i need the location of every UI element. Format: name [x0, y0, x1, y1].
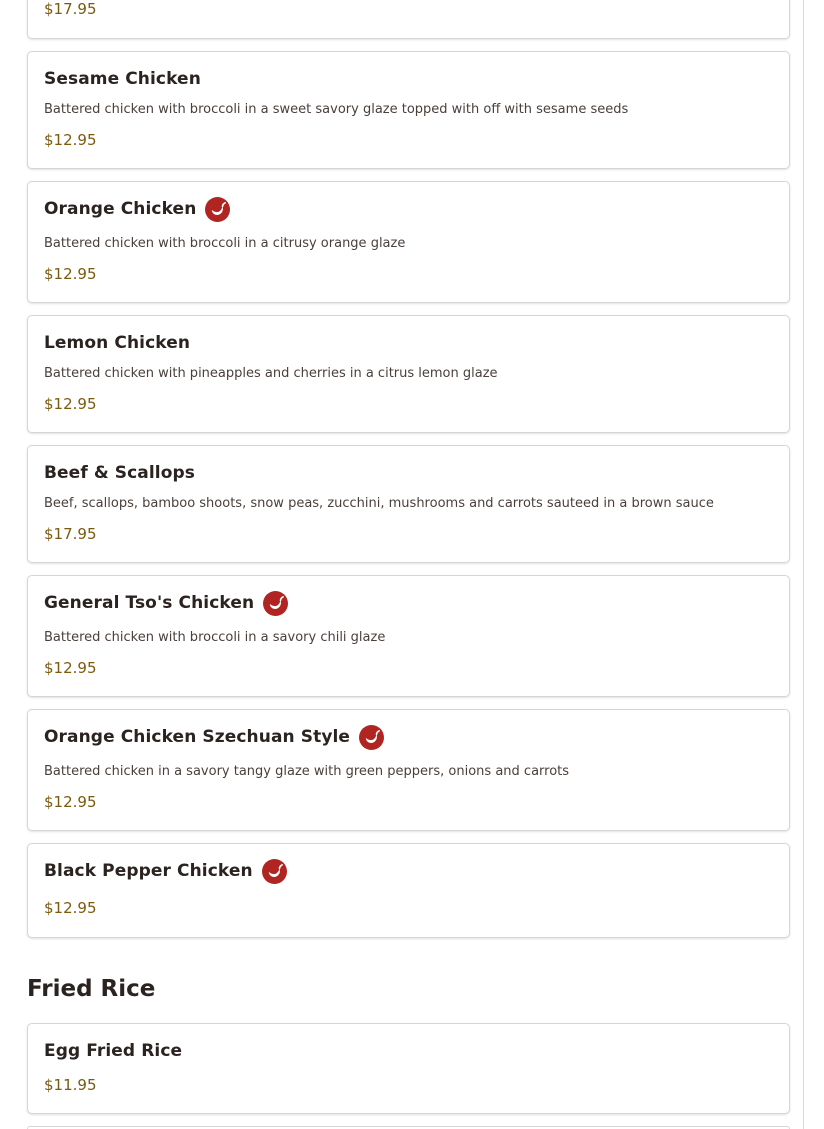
scroll-container-edge — [803, 0, 804, 1129]
menu-item-card-partial[interactable]: $17.95 — [27, 0, 790, 39]
item-price: $12.95 — [44, 265, 97, 283]
item-description: Battered chicken in a savory tangy glaze… — [44, 764, 570, 779]
chili-pepper-icon — [359, 724, 385, 750]
item-name: Lemon Chicken — [44, 333, 191, 353]
item-title-row: Orange Chicken Szechuan Style — [44, 724, 385, 750]
item-price: $12.95 — [44, 899, 97, 917]
menu-item-general-tsos-chicken[interactable]: General Tso's Chicken Battered chicken w… — [27, 575, 790, 697]
item-name: Sesame Chicken — [44, 69, 201, 89]
item-price: $12.95 — [44, 793, 97, 811]
menu-item-egg-fried-rice[interactable]: Egg Fried Rice $11.95 — [27, 1023, 790, 1114]
menu-item-black-pepper-chicken[interactable]: Black Pepper Chicken $12.95 — [27, 843, 790, 938]
menu-item-beef-scallops[interactable]: Beef & Scallops Beef, scallops, bamboo s… — [27, 445, 790, 563]
item-description: Battered chicken with pineapples and che… — [44, 366, 498, 381]
item-price: $12.95 — [44, 395, 97, 413]
item-name: Beef & Scallops — [44, 463, 195, 483]
item-title-row: Beef & Scallops — [44, 461, 195, 485]
chili-pepper-icon — [263, 590, 289, 616]
item-title-row: Sesame Chicken — [44, 67, 201, 91]
section-title: Fried Rice — [27, 976, 156, 1002]
item-name: Orange Chicken Szechuan Style — [44, 727, 351, 747]
item-description: Battered chicken with broccoli in a savo… — [44, 630, 386, 645]
item-title-row: Egg Fried Rice — [44, 1039, 182, 1063]
menu-item-orange-chicken[interactable]: Orange Chicken Battered chicken with bro… — [27, 181, 790, 303]
item-name: Orange Chicken — [44, 199, 197, 219]
item-price: $12.95 — [44, 131, 97, 149]
menu-item-lemon-chicken[interactable]: Lemon Chicken Battered chicken with pine… — [27, 315, 790, 433]
item-name: Black Pepper Chicken — [44, 861, 253, 881]
menu-item-orange-chicken-szechuan[interactable]: Orange Chicken Szechuan Style Battered c… — [27, 709, 790, 831]
item-price: $17.95 — [44, 525, 97, 543]
item-price: $17.95 — [44, 0, 97, 18]
item-description: Battered chicken with broccoli in a swee… — [44, 102, 629, 117]
item-description: Battered chicken with broccoli in a citr… — [44, 236, 406, 251]
menu-item-sesame-chicken[interactable]: Sesame Chicken Battered chicken with bro… — [27, 51, 790, 169]
item-title-row: Lemon Chicken — [44, 331, 190, 355]
item-title-row: General Tso's Chicken — [44, 590, 289, 616]
item-price: $11.95 — [44, 1076, 97, 1094]
chili-pepper-icon — [205, 196, 231, 222]
item-title-row: Orange Chicken — [44, 196, 231, 222]
item-name: Egg Fried Rice — [44, 1041, 183, 1061]
chili-pepper-icon — [261, 858, 287, 884]
item-title-row: Black Pepper Chicken — [44, 858, 287, 884]
item-description: Beef, scallops, bamboo shoots, snow peas… — [44, 496, 714, 511]
item-price: $12.95 — [44, 659, 97, 677]
item-name: General Tso's Chicken — [44, 593, 255, 613]
